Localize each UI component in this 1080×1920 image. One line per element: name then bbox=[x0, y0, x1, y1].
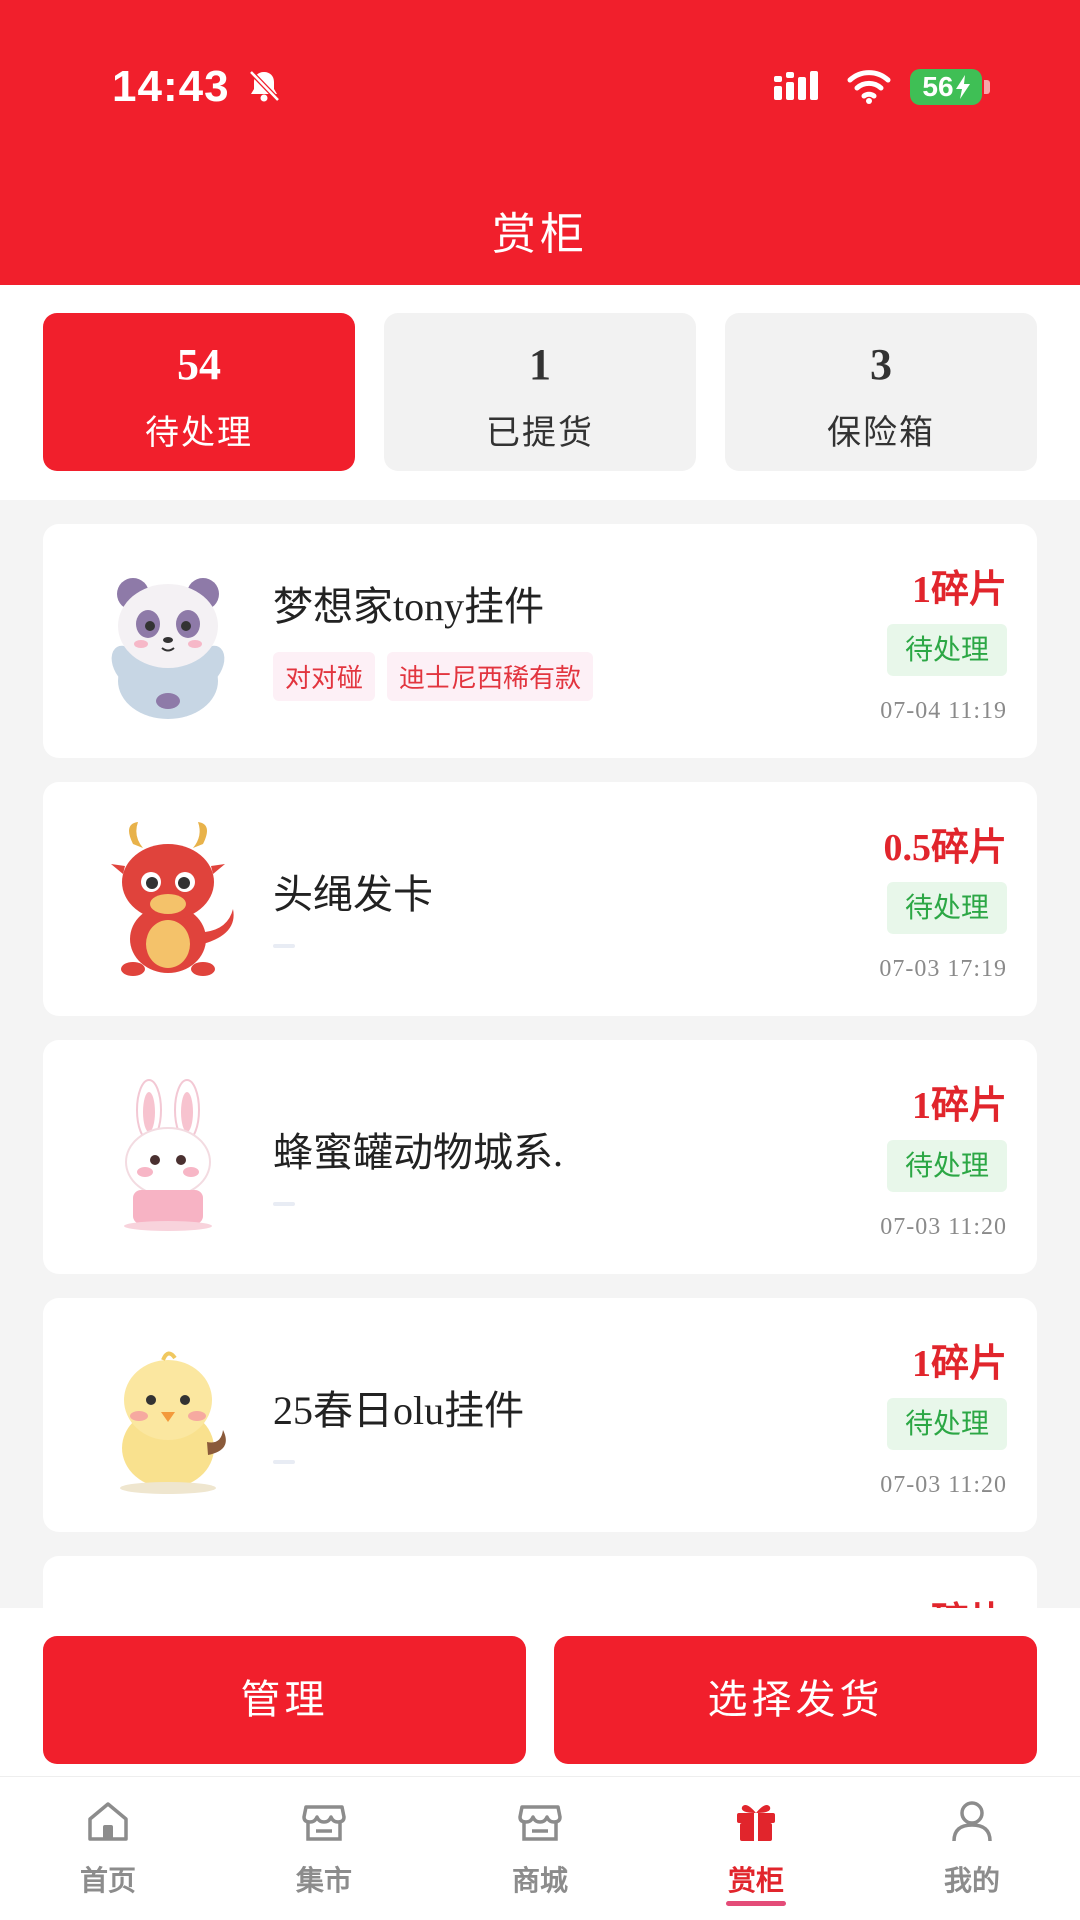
item-name: 25春日olu挂件 bbox=[273, 1388, 525, 1433]
nav-label: 集市 bbox=[295, 1864, 352, 1897]
tab-label: 待处理 bbox=[145, 413, 253, 453]
status-time: 14:43 bbox=[112, 62, 230, 111]
item-timestamp: 07-03 11:20 bbox=[880, 1214, 1007, 1240]
list-item[interactable]: 25春日olu挂件 1碎片 待处理 07-03 11:20 bbox=[43, 1298, 1037, 1532]
item-timestamp: 07-04 11:19 bbox=[880, 698, 1007, 724]
item-placeholder-line bbox=[273, 944, 295, 948]
nav-label: 首页 bbox=[79, 1864, 136, 1897]
list-item[interactable]: 蜂蜜罐动物城系. 1碎片 待处理 07-03 11:20 bbox=[43, 1040, 1037, 1274]
summary-tabs: 54 待处理 1 已提货 3 保险箱 bbox=[0, 285, 1080, 500]
nav-label: 赏柜 bbox=[727, 1864, 784, 1897]
nav-item-store[interactable]: 商城 bbox=[432, 1777, 648, 1920]
nav-item-home[interactable]: 首页 bbox=[0, 1777, 216, 1920]
item-name: 蜂蜜罐动物城系. bbox=[273, 1130, 563, 1175]
user-icon bbox=[952, 1801, 992, 1842]
action-bar: 管理 选择发货 bbox=[0, 1608, 1080, 1776]
silent-bell-icon bbox=[249, 70, 280, 102]
home-icon bbox=[88, 1802, 128, 1841]
tab-picked-up[interactable]: 1 已提货 bbox=[384, 313, 696, 471]
tab-label: 已提货 bbox=[486, 413, 594, 453]
nav-item-market[interactable]: 集市 bbox=[216, 1777, 432, 1920]
nav-item-mine[interactable]: 我的 bbox=[864, 1777, 1080, 1920]
item-name: 头绳发卡 bbox=[273, 872, 433, 917]
tab-count: 1 bbox=[529, 340, 551, 389]
select-ship-button[interactable]: 选择发货 bbox=[554, 1636, 1037, 1764]
list-item[interactable]: 梦想家tony挂件 对对碰 迪士尼西稀有款 1碎片 待处理 07-04 11:1… bbox=[43, 524, 1037, 758]
dragon-figure-icon bbox=[111, 822, 234, 976]
tab-count: 54 bbox=[177, 340, 221, 389]
panda-figure-icon bbox=[111, 578, 225, 719]
item-price: 1碎片 bbox=[911, 1085, 1007, 1127]
green-figure-icon bbox=[83, 1588, 253, 1608]
reward-cabinet-screen: 14:43 56 赏柜 54 待处理 1 已提货 3 保险箱 梦想家tony挂件… bbox=[0, 0, 1080, 1920]
item-list[interactable]: 梦想家tony挂件 对对碰 迪士尼西稀有款 1碎片 待处理 07-04 11:1… bbox=[0, 500, 1080, 1608]
chick-figure-icon bbox=[120, 1351, 226, 1494]
item-tags: 对对碰 迪士尼西稀有款 bbox=[273, 652, 594, 701]
status-badge: 待处理 bbox=[887, 1398, 1007, 1450]
tab-pending[interactable]: 54 待处理 bbox=[43, 313, 355, 471]
item-price: 1碎片 bbox=[911, 1343, 1007, 1385]
manage-button[interactable]: 管理 bbox=[43, 1636, 526, 1764]
status-badge: 待处理 bbox=[887, 882, 1007, 934]
charging-bolt-icon bbox=[955, 75, 970, 99]
nav-item-cabinet[interactable]: 赏柜 bbox=[648, 1777, 864, 1920]
bottom-nav: 首页 集市 商城 赏柜 我的 bbox=[0, 1776, 1080, 1920]
page-title: 赏柜 bbox=[492, 209, 588, 260]
cellular-signal-icon bbox=[774, 71, 818, 100]
market-icon bbox=[302, 1805, 346, 1841]
battery-indicator: 56 bbox=[910, 69, 982, 105]
status-bar: 14:43 56 bbox=[0, 0, 1080, 175]
item-name: 梦想家tony挂件 bbox=[273, 584, 545, 629]
tab-safe-box[interactable]: 3 保险箱 bbox=[725, 313, 1037, 471]
item-timestamp: 07-03 17:19 bbox=[879, 956, 1007, 982]
battery-cap bbox=[984, 80, 990, 94]
item-timestamp: 07-03 11:20 bbox=[880, 1472, 1007, 1498]
nav-label: 我的 bbox=[943, 1864, 1000, 1897]
item-price: 1碎片 bbox=[912, 1590, 1007, 1608]
item-tag: 迪士尼西稀有款 bbox=[387, 652, 594, 701]
status-badge: 待处理 bbox=[887, 624, 1007, 676]
battery-level: 56 bbox=[922, 71, 954, 102]
bunny-figure-icon bbox=[124, 1079, 212, 1231]
tab-label: 保险箱 bbox=[827, 413, 935, 453]
header: 14:43 56 赏柜 bbox=[0, 0, 1080, 285]
store-icon bbox=[518, 1805, 562, 1841]
list-item[interactable]: 头绳发卡 0.5碎片 待处理 07-03 17:19 bbox=[43, 782, 1037, 1016]
wifi-icon bbox=[847, 70, 891, 104]
active-tab-underline bbox=[726, 1901, 786, 1906]
status-badge: 待处理 bbox=[887, 1140, 1007, 1192]
gift-icon bbox=[737, 1805, 775, 1841]
tab-count: 3 bbox=[870, 340, 892, 389]
item-placeholder-line bbox=[273, 1460, 295, 1464]
item-price: 1碎片 bbox=[911, 569, 1007, 611]
item-price: 0.5碎片 bbox=[883, 827, 1007, 869]
item-tag: 对对碰 bbox=[273, 652, 376, 701]
nav-label: 商城 bbox=[511, 1864, 568, 1897]
item-placeholder-line bbox=[273, 1202, 295, 1206]
list-item[interactable]: 1碎片 bbox=[43, 1556, 1037, 1608]
